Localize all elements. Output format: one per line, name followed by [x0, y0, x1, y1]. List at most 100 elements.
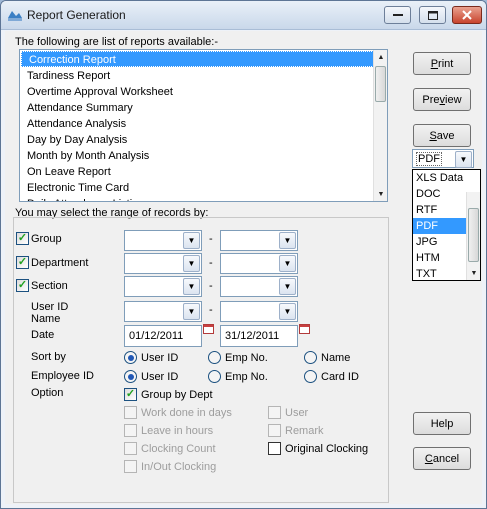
original-clocking-checkbox[interactable] [268, 442, 281, 455]
help-label: Help [430, 417, 454, 430]
remark-label: Remark [285, 425, 324, 437]
chevron-down-icon[interactable]: ▼ [455, 151, 472, 168]
scroll-down-icon[interactable]: ▼ [467, 266, 480, 280]
chevron-down-icon[interactable]: ▼ [279, 303, 296, 320]
report-list-item[interactable]: Electronic Time Card [20, 180, 387, 196]
chevron-down-icon[interactable]: ▼ [279, 232, 296, 249]
department-dash: - [209, 257, 213, 269]
chevron-down-icon[interactable]: ▼ [183, 232, 200, 249]
save-label-rest: ave [436, 129, 455, 142]
help-button[interactable]: Help [413, 412, 471, 435]
employee-id-empno-label: Emp No. [225, 371, 268, 383]
section-label: Section [31, 280, 68, 292]
sort-by-userid-label: User ID [141, 352, 179, 364]
report-list-item[interactable]: Correction Report [21, 51, 386, 67]
cancel-accel: C [424, 452, 433, 465]
preview-button[interactable]: Preview [413, 88, 471, 111]
maximize-icon [427, 10, 438, 20]
report-list[interactable]: Correction Report Tardiness Report Overtim… [19, 49, 388, 202]
reports-caption: The following are list of reports availa… [15, 36, 218, 48]
scroll-thumb[interactable] [375, 66, 386, 102]
employee-id-cardid-label: Card ID [321, 371, 359, 383]
group-to-combo[interactable]: ▼ [220, 230, 298, 251]
report-list-item[interactable]: Month by Month Analysis [20, 148, 387, 164]
sort-by-userid-radio[interactable] [124, 351, 137, 364]
close-icon [462, 10, 472, 20]
userid-name-label: User ID Name [31, 301, 69, 325]
calendar-icon[interactable] [203, 324, 214, 334]
date-label: Date [31, 329, 55, 341]
work-done-in-days-label: Work done in days [141, 407, 232, 419]
section-to-combo[interactable]: ▼ [220, 276, 298, 297]
date-to-field[interactable]: 31/12/2011 [220, 325, 298, 347]
print-label-rest: rint [438, 57, 454, 70]
chevron-down-icon[interactable]: ▼ [183, 278, 200, 295]
group-from-combo[interactable]: ▼ [124, 230, 202, 251]
date-from-field[interactable]: 01/12/2011 [124, 325, 202, 347]
department-to-combo[interactable]: ▼ [220, 253, 298, 274]
sort-by-name-radio[interactable] [304, 351, 317, 364]
maximize-button[interactable] [419, 6, 446, 24]
sort-by-label: Sort by [31, 351, 66, 363]
cancel-button[interactable]: Cancel [413, 447, 471, 470]
minimize-button[interactable] [384, 6, 411, 24]
group-by-dept-checkbox[interactable]: ✓ [124, 388, 137, 401]
employee-id-label: Employee ID [31, 370, 94, 382]
cancel-label-rest: ancel [432, 452, 460, 465]
clocking-count-checkbox [124, 442, 137, 455]
report-list-item[interactable]: Day by Day Analysis [20, 132, 387, 148]
window-title: Report Generation [27, 8, 126, 22]
group-label: Group [31, 233, 62, 245]
format-option[interactable]: XLS Data [413, 170, 480, 186]
department-checkbox[interactable]: ✓ [16, 256, 29, 269]
employee-id-userid-label: User ID [141, 371, 179, 383]
report-app-icon [8, 11, 22, 21]
chevron-down-icon[interactable]: ▼ [279, 255, 296, 272]
preview-label-rest: iew [445, 93, 462, 106]
calendar-icon[interactable] [299, 324, 310, 334]
report-list-item[interactable]: Attendance Analysis [20, 116, 387, 132]
format-scroll-thumb[interactable] [468, 208, 479, 262]
report-list-item[interactable]: Daily Attendance Listing [20, 196, 387, 201]
employee-id-cardid-radio[interactable] [304, 370, 317, 383]
chevron-down-icon[interactable]: ▼ [279, 278, 296, 295]
format-selected-value: PDF [416, 152, 442, 166]
section-from-combo[interactable]: ▼ [124, 276, 202, 297]
save-button[interactable]: Save [413, 124, 471, 147]
in-out-clocking-checkbox [124, 460, 137, 473]
work-done-in-days-checkbox [124, 406, 137, 419]
format-list-scrollbar[interactable]: ▼ [466, 192, 480, 280]
title-bar[interactable]: Report Generation [1, 1, 486, 30]
close-button[interactable] [452, 6, 482, 24]
original-clocking-label: Original Clocking [285, 443, 369, 455]
employee-id-empno-radio[interactable] [208, 370, 221, 383]
scroll-down-icon[interactable]: ▼ [374, 187, 387, 201]
report-list-item[interactable]: On Leave Report [20, 164, 387, 180]
format-dropdown-list[interactable]: XLS Data DOC RTF PDF JPG HTM TXT ▼ [412, 169, 481, 281]
userid-from-combo[interactable]: ▼ [124, 301, 202, 322]
employee-id-userid-radio[interactable] [124, 370, 137, 383]
group-checkbox[interactable]: ✓ [16, 232, 29, 245]
clocking-count-label: Clocking Count [141, 443, 216, 455]
remark-checkbox [268, 424, 281, 437]
chevron-down-icon[interactable]: ▼ [183, 303, 200, 320]
report-list-item[interactable]: Overtime Approval Worksheet [20, 84, 387, 100]
report-list-scrollbar[interactable]: ▲ ▼ [373, 50, 387, 201]
sort-by-empno-radio[interactable] [208, 351, 221, 364]
sort-by-name-label: Name [321, 352, 351, 364]
department-from-combo[interactable]: ▼ [124, 253, 202, 274]
format-combo[interactable]: PDF ▼ [412, 149, 474, 168]
user-checkbox [268, 406, 281, 419]
print-button[interactable]: Print [413, 52, 471, 75]
report-list-item[interactable]: Attendance Summary [20, 100, 387, 116]
section-checkbox[interactable]: ✓ [16, 279, 29, 292]
department-label: Department [31, 257, 89, 269]
dialog-body: The following are list of reports availa… [5, 31, 482, 504]
leave-in-hours-label: Leave in hours [141, 425, 214, 437]
scroll-up-icon[interactable]: ▲ [374, 50, 387, 64]
report-generation-window: Report Generation The following are list… [0, 0, 487, 509]
userid-to-combo[interactable]: ▼ [220, 301, 298, 322]
chevron-down-icon[interactable]: ▼ [183, 255, 200, 272]
userid-dash: - [209, 304, 213, 316]
report-list-item[interactable]: Tardiness Report [20, 68, 387, 84]
